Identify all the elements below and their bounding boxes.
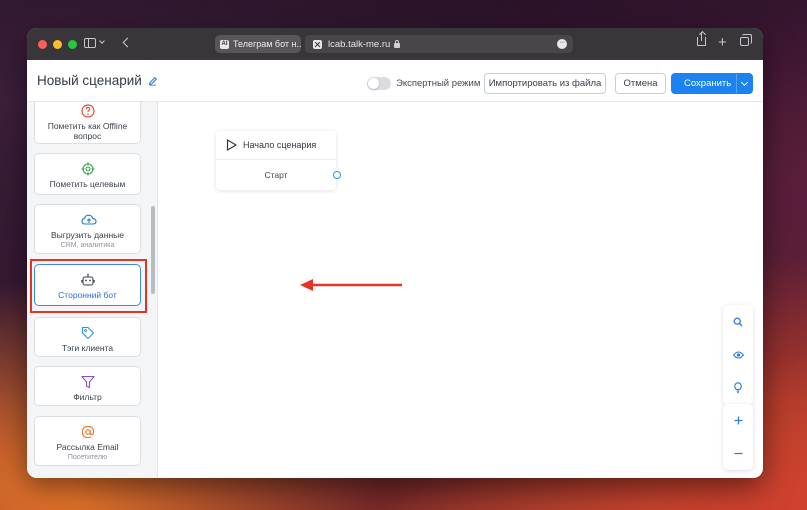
pencil-icon[interactable] [148, 76, 158, 86]
new-tab-icon[interactable]: + [718, 35, 727, 50]
lock-icon [394, 39, 401, 48]
page-title: Новый сценарий [37, 73, 142, 88]
palette-item-offline-question[interactable]: Пометить как Offline вопрос [34, 102, 141, 144]
more-options-icon[interactable]: ··· [557, 39, 567, 49]
save-options-chevron-icon[interactable] [736, 74, 752, 93]
tab-overview-icon[interactable] [740, 34, 752, 46]
back-icon[interactable] [122, 37, 133, 48]
preview-tool[interactable] [723, 338, 753, 371]
expert-mode-label: Экспертный режим [396, 78, 481, 89]
start-node-output: Старт [264, 170, 288, 180]
block-palette: Пометить как Offline вопрос Пометить цел… [27, 102, 158, 478]
canvas-tools [723, 305, 753, 405]
palette-item-label: Пометить целевым [49, 179, 126, 189]
import-file-button[interactable]: Импортировать из файла [484, 73, 606, 94]
start-node[interactable]: Начало сценария Старт [216, 131, 341, 190]
zoom-in-button[interactable] [723, 404, 753, 437]
address-bar[interactable]: lcab.talk-me.ru ··· [305, 35, 573, 53]
palette-item-mark-target[interactable]: Пометить целевым [34, 153, 141, 195]
funnel-icon [80, 375, 95, 389]
editor-area: Пометить как Offline вопрос Пометить цел… [27, 102, 763, 478]
palette-item-client-tags[interactable]: Тэги клиента [34, 317, 141, 357]
question-circle-icon [80, 104, 95, 118]
share-icon[interactable] [697, 32, 706, 46]
close-window-button[interactable] [38, 39, 47, 49]
eye-icon [732, 350, 744, 359]
highlight-frame [30, 259, 147, 313]
tab-favicon-icon: AI [220, 39, 229, 49]
palette-item-label: Фильтр [73, 392, 102, 402]
palette-item-label: Тэги клиента [61, 343, 114, 353]
plus-icon [734, 416, 742, 425]
zoom-out-button[interactable] [723, 437, 753, 470]
target-icon [81, 162, 95, 176]
save-button-label: Сохранить [684, 78, 732, 89]
palette-item-label: Пометить как Offline вопрос [47, 121, 128, 141]
at-sign-icon [81, 425, 95, 439]
save-button[interactable]: Сохранить [671, 73, 753, 94]
browser-window: AI Телеграм бот н... lcab.talk-me.ru ···… [27, 28, 763, 478]
red-arrow-annotation [300, 279, 402, 291]
browser-toolbar: AI Телеграм бот н... lcab.talk-me.ru ···… [27, 28, 763, 60]
chevron-down-icon[interactable] [99, 38, 105, 44]
browser-tab[interactable]: AI Телеграм бот н... [215, 35, 301, 53]
search-tool[interactable] [723, 305, 753, 338]
minus-icon [734, 452, 742, 455]
palette-item-sublabel: CRM, аналитика [60, 241, 115, 249]
search-icon [733, 317, 743, 326]
palette-item-filter[interactable]: Фильтр [34, 366, 141, 406]
site-favicon-icon [313, 39, 322, 49]
cloud-upload-icon [80, 213, 97, 227]
scenario-canvas[interactable]: Начало сценария Старт [159, 102, 763, 478]
hints-tool[interactable] [723, 371, 753, 404]
app-header: Новый сценарий Экспертный режим Импортир… [27, 60, 763, 102]
window-controls [38, 39, 77, 49]
url-text: lcab.talk-me.ru [328, 38, 391, 50]
start-node-title: Начало сценария [243, 140, 317, 150]
tag-icon [81, 326, 95, 340]
palette-item-sublabel: Посетителю [67, 453, 108, 461]
palette-item-label: Выгрузить данные [50, 230, 124, 240]
cancel-button[interactable]: Отмена [615, 73, 666, 94]
palette-item-export-data[interactable]: Выгрузить данные CRM, аналитика [34, 204, 141, 254]
palette-item-label: Рассылка Email [56, 442, 119, 452]
output-port[interactable] [333, 171, 341, 179]
zoom-window-button[interactable] [68, 39, 77, 49]
palette-item-email-broadcast[interactable]: Рассылка Email Посетителю [34, 416, 141, 466]
minimize-window-button[interactable] [53, 39, 62, 49]
expert-mode-toggle[interactable] [367, 77, 391, 90]
sidebar-toggle-icon[interactable] [84, 38, 96, 48]
tab-title: Телеграм бот н... [233, 39, 301, 49]
zoom-controls [723, 404, 753, 470]
start-node-header: Начало сценария [216, 131, 336, 160]
bulb-icon [734, 382, 742, 393]
palette-scrollbar[interactable] [151, 206, 155, 294]
